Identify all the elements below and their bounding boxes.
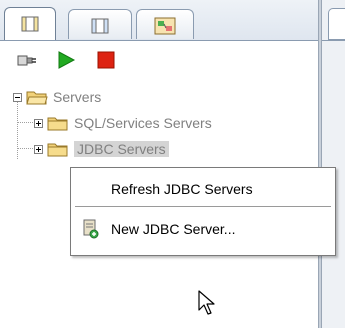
menu-item-refresh-jdbc-servers[interactable]: Refresh JDBC Servers — [71, 174, 335, 204]
tree-node-sql-services-servers[interactable]: SQL/Services Servers — [34, 114, 212, 132]
tab-strip — [0, 0, 318, 41]
diagram-icon — [154, 16, 176, 41]
tree-node-label: JDBC Servers — [74, 141, 169, 157]
stop-icon — [97, 51, 115, 69]
menu-item-new-jdbc-server[interactable]: New JDBC Server... — [71, 214, 335, 244]
tree-node-label: SQL/Services Servers — [74, 115, 212, 131]
tree-node-label: Servers — [53, 89, 102, 105]
play-icon — [58, 51, 76, 69]
tab-diagram[interactable] — [136, 9, 194, 39]
right-panel — [322, 0, 345, 328]
tree-node-jdbc-servers[interactable]: JDBC Servers — [34, 140, 169, 158]
stop-button[interactable] — [95, 49, 117, 71]
tab-servers[interactable] — [4, 7, 56, 40]
cylinder-icon — [20, 14, 40, 39]
cylinder-icon — [90, 16, 110, 41]
expand-icon[interactable] — [34, 118, 43, 128]
connect-button[interactable] — [16, 49, 38, 71]
collapse-icon[interactable] — [13, 92, 22, 102]
menu-separator — [75, 206, 331, 207]
folder-icon — [47, 117, 68, 131]
tab-databases[interactable] — [68, 9, 132, 39]
mouse-cursor-icon — [198, 290, 215, 315]
menu-item-label: New JDBC Server... — [111, 221, 236, 237]
right-panel-tab[interactable] — [328, 8, 345, 40]
expand-icon[interactable] — [34, 144, 43, 154]
tree-node-servers[interactable]: Servers — [13, 88, 101, 106]
toolbar — [0, 41, 318, 77]
menu-item-label: Refresh JDBC Servers — [111, 181, 253, 197]
folder-open-icon — [26, 91, 48, 105]
new-server-icon — [83, 219, 99, 239]
start-button[interactable] — [55, 49, 77, 71]
context-menu: Refresh JDBC Servers New JDBC Server... — [70, 167, 336, 256]
folder-icon — [47, 143, 68, 157]
plug-icon — [17, 55, 36, 66]
